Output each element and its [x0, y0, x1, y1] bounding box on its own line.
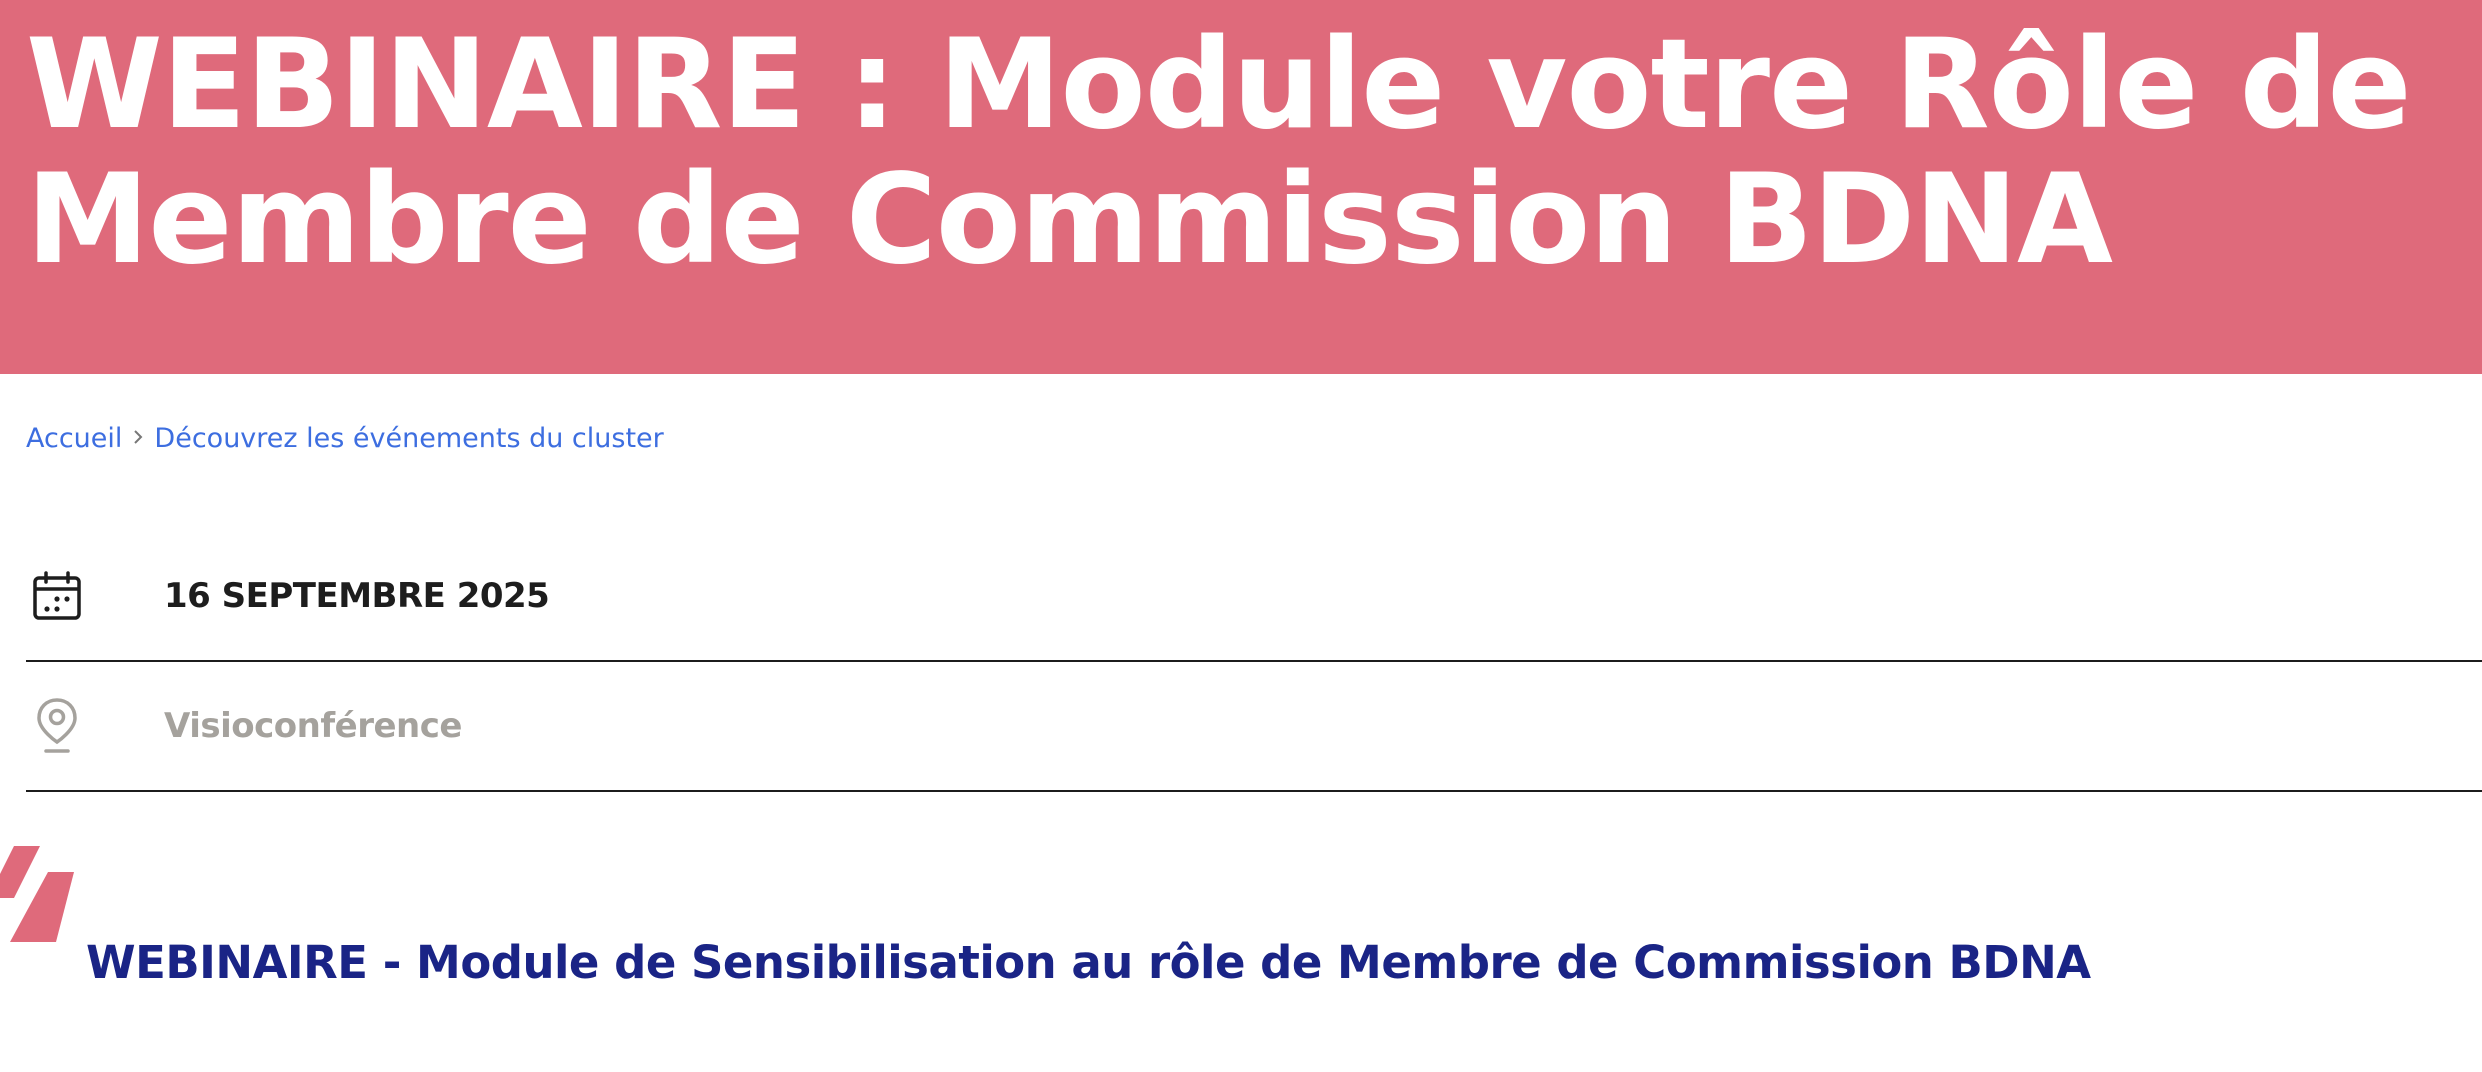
double-slash-icon	[0, 846, 76, 944]
chevron-right-icon	[132, 426, 144, 451]
event-subtitle: WEBINAIRE - Module de Sensibilisation au…	[86, 936, 2091, 989]
event-date: 16 SEPTEMBRE 2025	[164, 576, 550, 616]
page-title: WEBINAIRE : Module votre Rôle de Membre …	[26, 13, 2412, 292]
breadcrumb-home-link[interactable]: Accueil	[26, 423, 122, 454]
event-location: Visioconférence	[164, 706, 462, 746]
breadcrumb: Accueil Découvrez les événements du clus…	[26, 418, 664, 458]
calendar-icon	[28, 567, 86, 625]
event-location-row: Visioconférence	[26, 662, 2482, 792]
event-date-row: 16 SEPTEMBRE 2025	[26, 532, 2482, 662]
breadcrumb-events-link[interactable]: Découvrez les événements du cluster	[154, 423, 663, 454]
hero-banner: WEBINAIRE : Module votre Rôle de Membre …	[0, 0, 2482, 374]
map-pin-icon	[28, 697, 86, 755]
